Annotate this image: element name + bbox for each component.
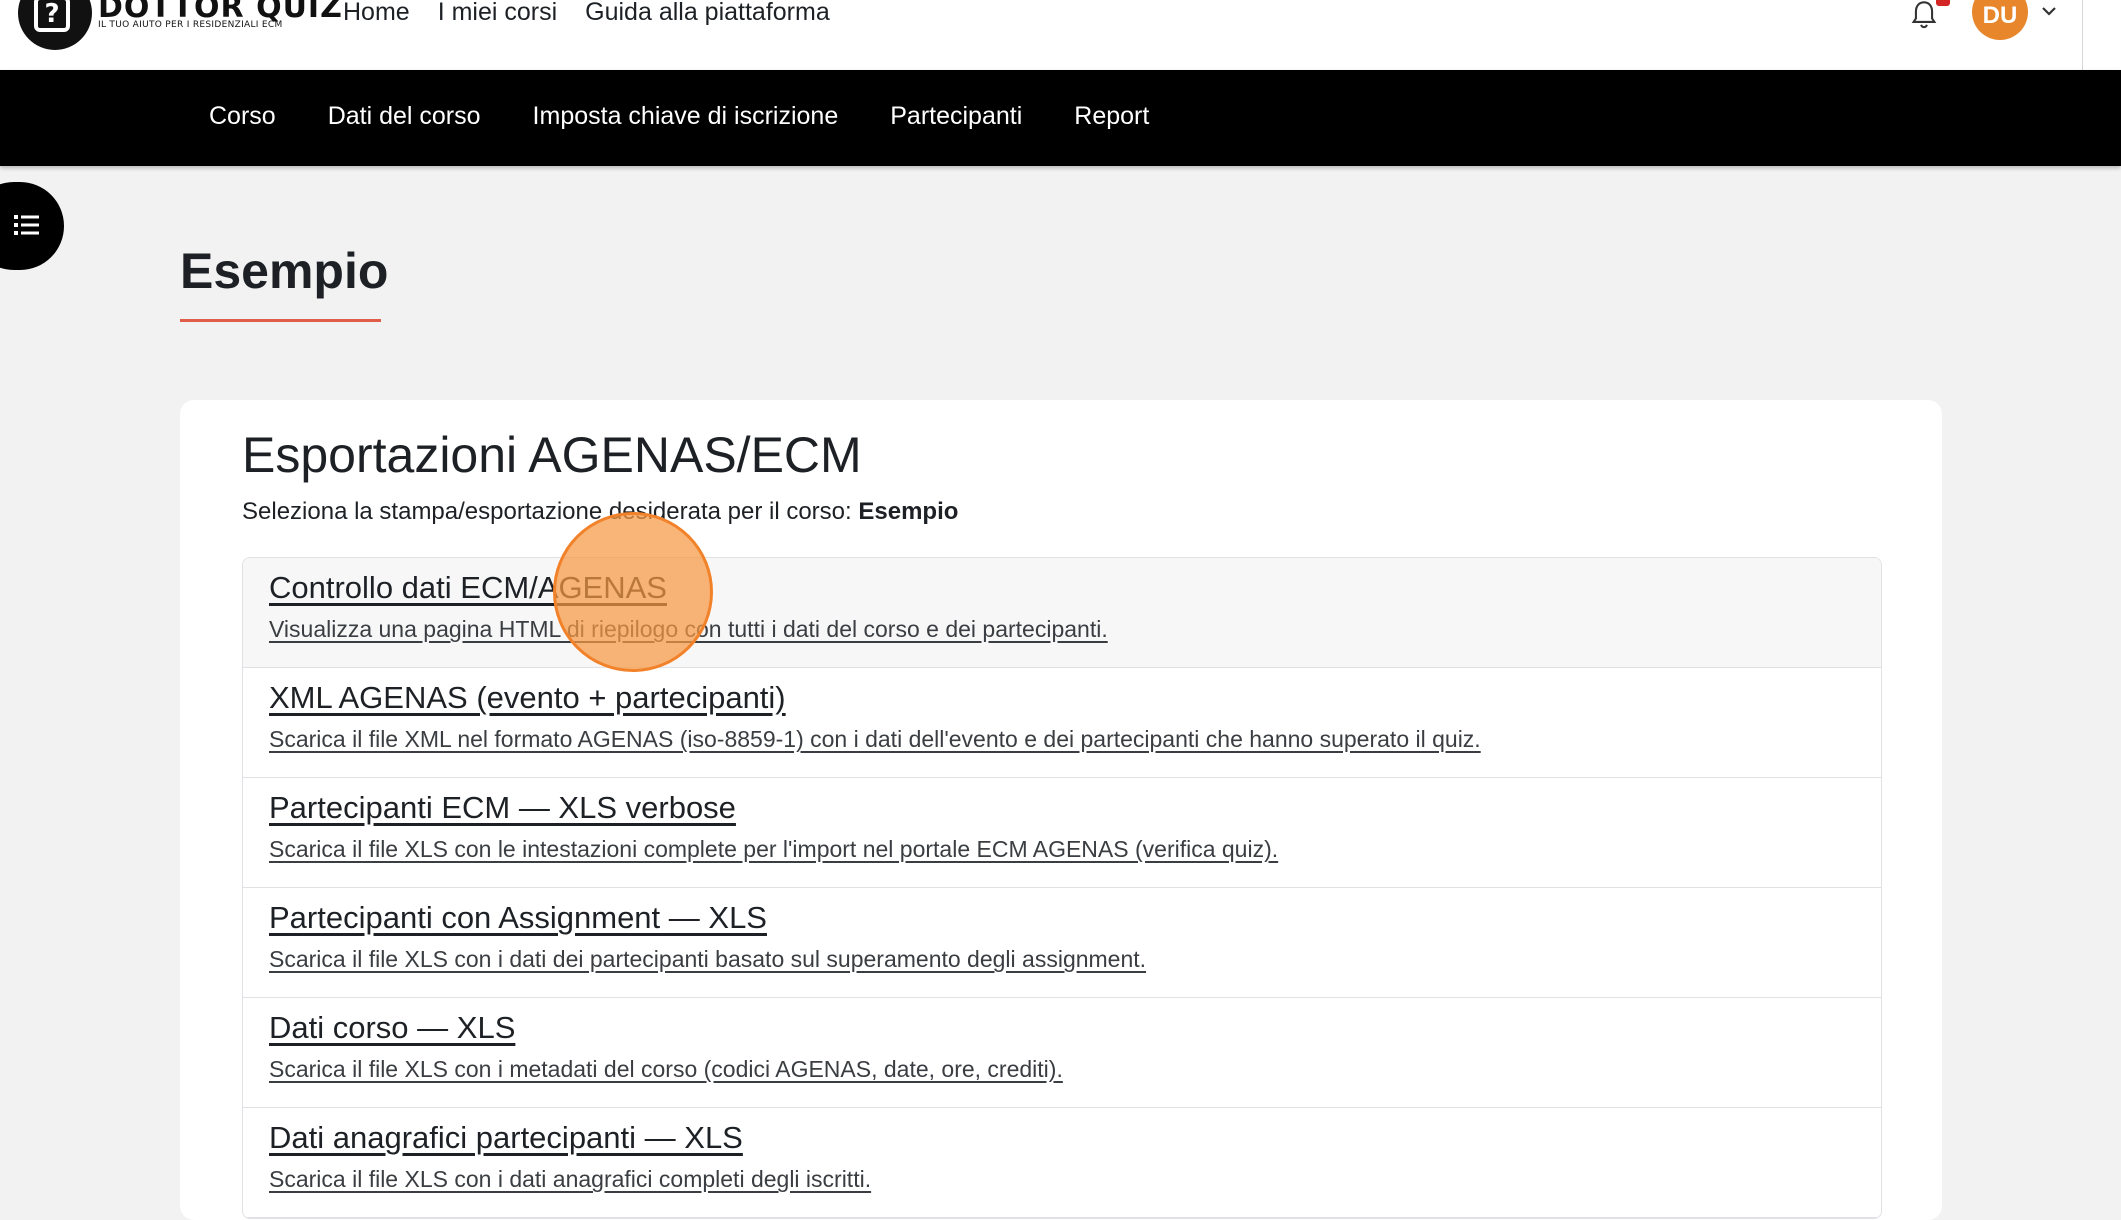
nav-home[interactable]: Home: [343, 0, 410, 27]
logo-subtitle: IL TUO AIUTO PER I RESIDENZIALI ECM: [98, 20, 283, 30]
export-link-title[interactable]: Controllo dati ECM/AGENAS: [269, 570, 1855, 606]
logo-glyph: ?: [34, 0, 70, 32]
nav-my-courses[interactable]: I miei corsi: [438, 0, 557, 27]
list-item[interactable]: Dati corso — XLS Scarica il file XLS con…: [243, 998, 1881, 1108]
chevron-down-icon[interactable]: [2040, 4, 2058, 18]
export-link-title[interactable]: Dati corso — XLS: [269, 1010, 1855, 1046]
tab-report[interactable]: Report: [1074, 102, 1149, 131]
export-link-title[interactable]: Partecipanti ECM — XLS verbose: [269, 790, 1855, 826]
click-indicator: [553, 512, 713, 672]
list-icon: [14, 215, 39, 235]
list-item[interactable]: Dati anagrafici partecipanti — XLS Scari…: [243, 1108, 1881, 1218]
main-navigation: Home I miei corsi Guida alla piattaforma: [343, 0, 830, 27]
export-link-title[interactable]: Partecipanti con Assignment — XLS: [269, 900, 1855, 936]
list-item[interactable]: Partecipanti ECM — XLS verbose Scarica i…: [243, 778, 1881, 888]
title-underline: [180, 319, 381, 322]
navbar-divider: [2082, 0, 2083, 70]
export-link-description[interactable]: Scarica il file XLS con i metadati del c…: [269, 1056, 1855, 1083]
exports-card: Esportazioni AGENAS/ECM Seleziona la sta…: [180, 400, 1942, 1220]
tab-enrolment-key[interactable]: Imposta chiave di iscrizione: [533, 102, 839, 131]
export-link-description[interactable]: Scarica il file XLS con i dati dei parte…: [269, 946, 1855, 973]
export-link-description[interactable]: Scarica il file XLS con i dati anagrafic…: [269, 1166, 1855, 1193]
course-navigation: Corso Dati del corso Imposta chiave di i…: [0, 70, 2121, 166]
top-navbar: ? DOTTOR QUIZ IL TUO AIUTO PER I RESIDEN…: [0, 0, 2121, 71]
export-link-description[interactable]: Visualizza una pagina HTML di riepilogo …: [269, 616, 1855, 643]
export-link-title[interactable]: XML AGENAS (evento + partecipanti): [269, 680, 1855, 716]
bell-icon[interactable]: [1910, 0, 1938, 30]
tab-course[interactable]: Corso: [209, 102, 276, 131]
logo-icon[interactable]: ?: [18, 0, 92, 50]
card-heading: Esportazioni AGENAS/ECM: [242, 427, 862, 483]
export-link-description[interactable]: Scarica il file XML nel formato AGENAS (…: [269, 726, 1855, 753]
lead-text: Seleziona la stampa/esportazione desider…: [242, 498, 852, 525]
export-link-description[interactable]: Scarica il file XLS con le intestazioni …: [269, 836, 1855, 863]
nav-platform-guide[interactable]: Guida alla piattaforma: [585, 0, 830, 27]
tab-course-data[interactable]: Dati del corso: [328, 102, 481, 131]
lead-course-name: Esempio: [858, 498, 959, 525]
tab-participants[interactable]: Partecipanti: [890, 102, 1022, 131]
export-link-title[interactable]: Dati anagrafici partecipanti — XLS: [269, 1120, 1855, 1156]
course-index-toggle[interactable]: [0, 182, 64, 270]
list-item[interactable]: Controllo dati ECM/AGENAS Visualizza una…: [243, 558, 1881, 668]
export-list: Controllo dati ECM/AGENAS Visualizza una…: [242, 557, 1882, 1219]
list-item[interactable]: Partecipanti con Assignment — XLS Scaric…: [243, 888, 1881, 998]
page-title: Esempio: [180, 243, 389, 299]
list-item[interactable]: XML AGENAS (evento + partecipanti) Scari…: [243, 668, 1881, 778]
notification-badge: [1936, 0, 1950, 6]
user-avatar[interactable]: DU: [1972, 0, 2028, 40]
